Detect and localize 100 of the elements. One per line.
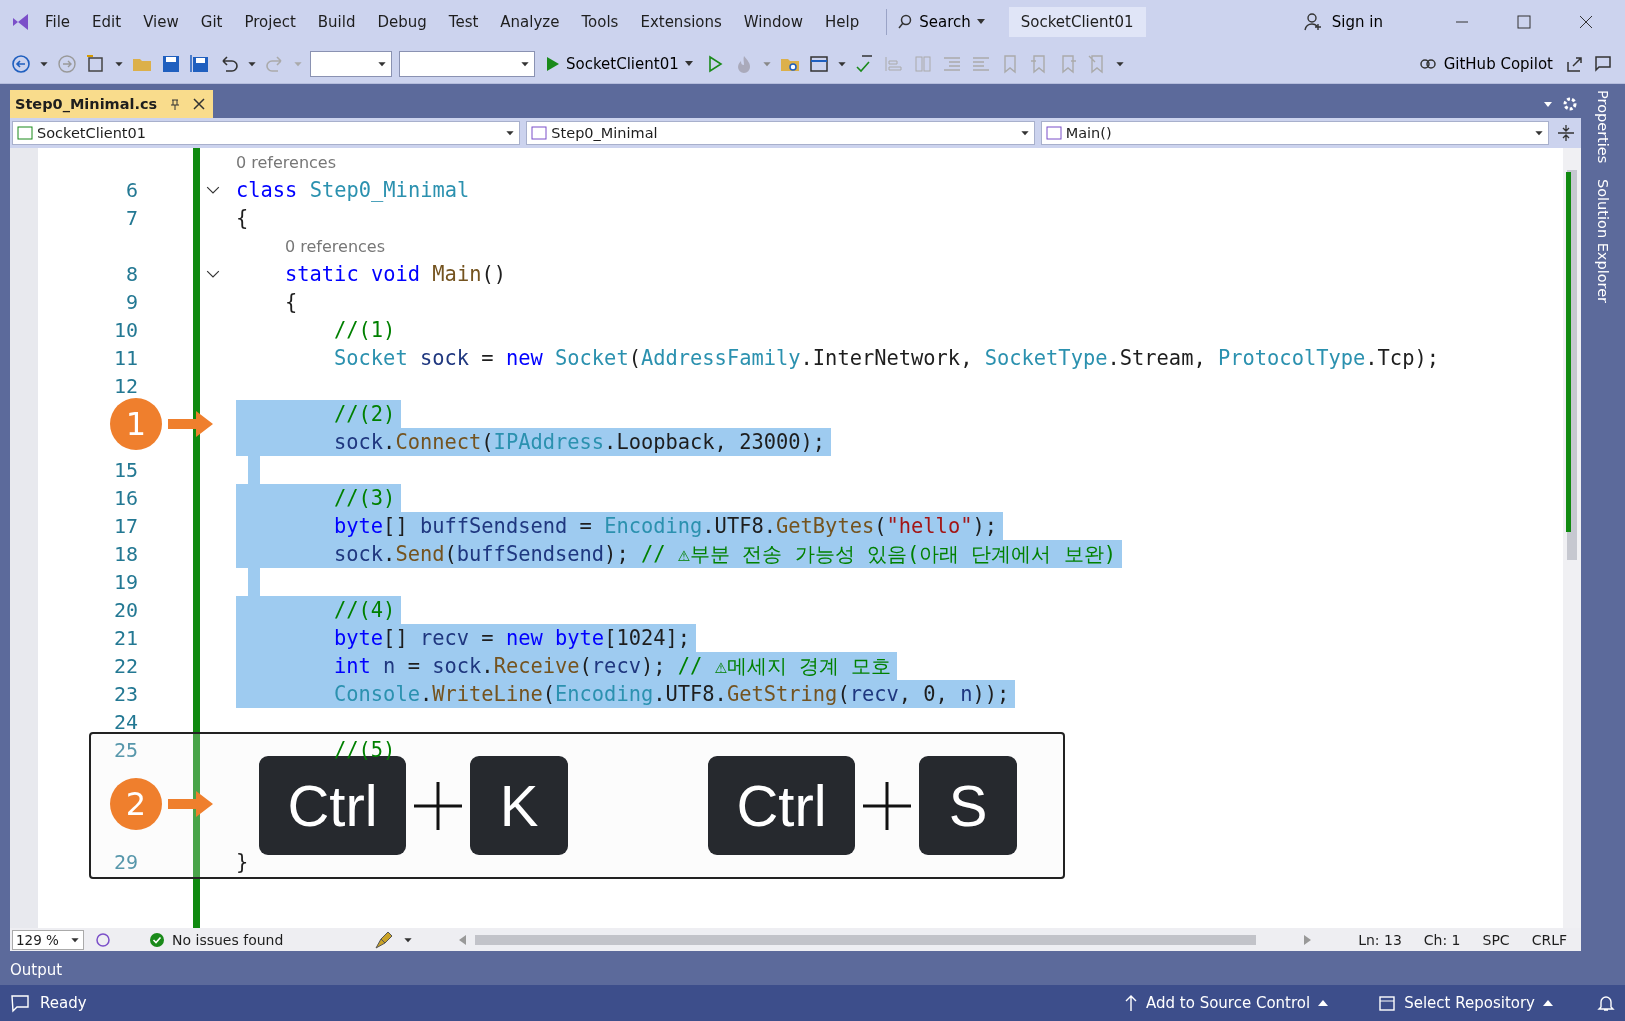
close-icon[interactable] bbox=[193, 98, 206, 110]
navigation-dropdown[interactable]: Main() bbox=[1040, 121, 1549, 145]
output-tab[interactable]: Output bbox=[10, 961, 63, 979]
line-number: 25 bbox=[113, 738, 138, 762]
maximize-icon bbox=[1517, 15, 1531, 29]
repository-icon bbox=[1378, 994, 1397, 1012]
copilot-button[interactable]: GitHub Copilot bbox=[1413, 51, 1557, 76]
source-control-button[interactable]: Add to Source Control bbox=[1118, 993, 1335, 1013]
platform-dropdown[interactable] bbox=[399, 50, 535, 77]
line-number: 9 bbox=[125, 290, 138, 314]
sign-in-button[interactable]: Sign in bbox=[1297, 11, 1389, 33]
horizontal-scrollbar[interactable] bbox=[475, 934, 1257, 945]
line-number: 17 bbox=[113, 514, 138, 538]
play-icon bbox=[546, 55, 560, 72]
line-number: 24 bbox=[113, 710, 138, 734]
arrow-icon bbox=[168, 409, 214, 439]
line-number: 23 bbox=[113, 682, 138, 706]
caret-icon bbox=[684, 60, 693, 67]
person-add-icon bbox=[1303, 12, 1324, 32]
close-icon bbox=[1579, 15, 1593, 29]
class-icon bbox=[531, 126, 548, 140]
repository-button[interactable]: Select Repository bbox=[1372, 993, 1559, 1013]
search-icon bbox=[897, 14, 914, 30]
line-number: 18 bbox=[113, 542, 138, 566]
menu-item[interactable]: Tools bbox=[572, 9, 628, 35]
arrow-icon bbox=[168, 789, 214, 819]
line-number: 8 bbox=[125, 262, 138, 286]
line-number: 22 bbox=[113, 654, 138, 678]
caret-icon bbox=[1534, 128, 1544, 138]
arrow-up-icon bbox=[1124, 994, 1139, 1012]
column-indicator[interactable]: Ch: 1 bbox=[1423, 931, 1461, 948]
status-text: Ready bbox=[40, 994, 87, 1012]
scroll-left-icon[interactable] bbox=[459, 934, 468, 945]
side-panel-tab[interactable]: Properties bbox=[1595, 90, 1611, 164]
code-line: } bbox=[236, 849, 249, 876]
navigation-dropdown[interactable]: Step0_Minimal bbox=[526, 121, 1035, 145]
zoom-dropdown[interactable]: 129 % bbox=[12, 929, 84, 950]
line-number: 29 bbox=[113, 850, 138, 874]
menu-item[interactable]: Extensions bbox=[631, 9, 731, 35]
menu-item[interactable]: File bbox=[36, 9, 80, 35]
references-label[interactable]: 0 references bbox=[236, 152, 336, 172]
caret-icon bbox=[976, 19, 985, 25]
line-ending-indicator[interactable]: CRLF bbox=[1531, 931, 1567, 948]
configuration-dropdown[interactable] bbox=[310, 50, 392, 77]
menu-item[interactable]: View bbox=[134, 9, 188, 35]
references-label[interactable]: 0 references bbox=[285, 236, 385, 256]
split-icon[interactable] bbox=[1555, 122, 1577, 144]
back-icon[interactable] bbox=[10, 52, 32, 75]
check-icon bbox=[150, 932, 164, 947]
line-number: 12 bbox=[113, 374, 138, 398]
caret-icon bbox=[505, 128, 516, 138]
line-number: 10 bbox=[113, 318, 138, 342]
forward-icon[interactable] bbox=[56, 52, 78, 75]
caret-icon bbox=[1543, 1000, 1553, 1006]
line-number: 16 bbox=[113, 486, 138, 510]
project-icon bbox=[17, 126, 33, 140]
line-indicator[interactable]: Ln: 13 bbox=[1358, 931, 1402, 948]
keyboard-key: S bbox=[919, 756, 1017, 855]
code-line: static void Main() bbox=[284, 261, 506, 288]
keyboard-key: K bbox=[470, 756, 568, 855]
menu-item[interactable]: Analyze bbox=[491, 9, 569, 35]
message-icon bbox=[10, 993, 30, 1013]
callout-badge: 1 bbox=[110, 398, 162, 450]
whitespace-indicator[interactable]: SPC bbox=[1482, 931, 1510, 948]
search-button[interactable]: Search bbox=[886, 9, 995, 35]
save-all-icon[interactable] bbox=[189, 52, 211, 75]
vertical-scrollbar[interactable] bbox=[1563, 148, 1581, 928]
line-number: 21 bbox=[113, 626, 138, 650]
caret-icon bbox=[1019, 128, 1030, 138]
scroll-right-icon[interactable] bbox=[1304, 934, 1313, 945]
line-number: 11 bbox=[113, 346, 138, 370]
side-panel-tab[interactable]: Solution Explorer bbox=[1595, 179, 1611, 304]
notification-icon[interactable] bbox=[1597, 994, 1615, 1012]
menu-item[interactable]: Debug bbox=[368, 9, 436, 35]
class-icon bbox=[1045, 126, 1062, 140]
code-line: { bbox=[236, 205, 249, 232]
menu-item[interactable]: Test bbox=[439, 9, 488, 35]
menu-item[interactable]: Build bbox=[308, 9, 365, 35]
menu-item[interactable]: Project bbox=[235, 9, 305, 35]
code-line: { bbox=[284, 289, 298, 316]
menu-item[interactable]: Help bbox=[816, 9, 869, 35]
line-number: 6 bbox=[125, 178, 138, 202]
callout-badge: 2 bbox=[110, 778, 162, 830]
line-number: 20 bbox=[113, 598, 138, 622]
line-number: 19 bbox=[113, 570, 138, 594]
line-number: 7 bbox=[125, 206, 138, 230]
code-line: class Step0_Minimal bbox=[236, 177, 470, 204]
code-line: Socket sock = new Socket(AddressFamily.InterNetwork, SocketType.Stream, ProtocolType.Tcp); bbox=[333, 345, 1439, 372]
issues-status[interactable]: No issues found bbox=[172, 931, 284, 948]
keyboard-key: Ctrl bbox=[708, 756, 855, 855]
navigation-dropdown[interactable]: SocketClient01 bbox=[12, 121, 521, 145]
code-line: //(1) bbox=[333, 317, 396, 344]
document-tab[interactable]: Step0_Minimal.cs bbox=[10, 90, 214, 118]
solution-name: SocketClient01 bbox=[1008, 7, 1146, 37]
menu-item[interactable]: Git bbox=[191, 9, 232, 35]
caret-icon bbox=[1318, 1000, 1329, 1006]
pin-icon[interactable] bbox=[169, 98, 182, 110]
run-button[interactable]: SocketClient01 bbox=[542, 52, 697, 75]
menu-item[interactable]: Edit bbox=[83, 9, 131, 35]
menu-item[interactable]: Window bbox=[734, 9, 812, 35]
